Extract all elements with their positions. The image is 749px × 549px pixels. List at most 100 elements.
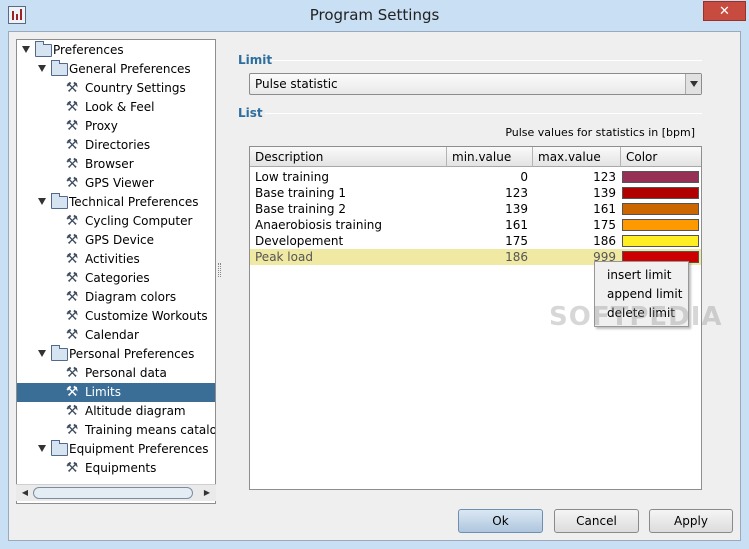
close-button[interactable]: ✕ bbox=[703, 1, 746, 21]
menu-item-insert-limit[interactable]: insert limit bbox=[607, 266, 671, 285]
split-pane-divider[interactable] bbox=[217, 39, 223, 504]
column-header-max-value[interactable]: max.value bbox=[533, 147, 621, 167]
folder-icon bbox=[35, 41, 52, 57]
tree-item-training-means-catalog[interactable]: ⚒ Training means catalog bbox=[17, 421, 215, 440]
scroll-thumb[interactable] bbox=[33, 487, 193, 499]
tree-item-limits[interactable]: ⚒ Limits bbox=[17, 383, 215, 402]
table-row[interactable]: Developement 175 186 bbox=[250, 233, 701, 249]
tools-icon: ⚒ bbox=[65, 365, 79, 381]
color-swatch[interactable] bbox=[622, 171, 699, 183]
tree-item-label: Equipments bbox=[85, 461, 157, 475]
tree-item-cycling-computer[interactable]: ⚒ Cycling Computer bbox=[17, 212, 215, 231]
tree-item-preferences[interactable]: Preferences bbox=[17, 41, 215, 60]
tools-icon: ⚒ bbox=[65, 156, 79, 172]
tree-item-technical-preferences[interactable]: Technical Preferences bbox=[17, 193, 215, 212]
cell-min-value: 0 bbox=[520, 170, 528, 184]
folder-icon bbox=[51, 60, 68, 76]
tree-item-label: Diagram colors bbox=[85, 290, 177, 304]
tools-icon: ⚒ bbox=[65, 232, 79, 248]
folder-icon bbox=[51, 345, 68, 361]
column-header-color[interactable]: Color bbox=[621, 147, 701, 167]
tree-item-directories[interactable]: ⚒ Directories bbox=[17, 136, 215, 155]
color-swatch[interactable] bbox=[622, 187, 699, 199]
tree-item-general-preferences[interactable]: General Preferences bbox=[17, 60, 215, 79]
tools-icon: ⚒ bbox=[65, 384, 79, 400]
dialog-client: Preferences General Preferences ⚒ Country S… bbox=[8, 31, 741, 541]
expand-toggle-icon[interactable] bbox=[38, 350, 46, 357]
cell-min-value: 175 bbox=[505, 234, 528, 248]
tree-item-label: Equipment Preferences bbox=[69, 442, 209, 456]
tree-item-categories[interactable]: ⚒ Categories bbox=[17, 269, 215, 288]
tree-item-label: Personal data bbox=[85, 366, 167, 380]
tools-icon: ⚒ bbox=[65, 403, 79, 419]
tree-item-label: Training means catalog bbox=[85, 423, 216, 437]
apply-button[interactable]: Apply bbox=[649, 509, 733, 533]
folder-icon bbox=[51, 193, 68, 209]
tools-icon: ⚒ bbox=[65, 99, 79, 115]
table-row[interactable]: Base training 1 123 139 bbox=[250, 185, 701, 201]
tree-item-label: Directories bbox=[85, 138, 151, 152]
tree-horizontal-scrollbar[interactable]: ◀ ▶ bbox=[16, 484, 216, 501]
table-row[interactable]: Base training 2 139 161 bbox=[250, 201, 701, 217]
tree-item-equipment-preferences[interactable]: Equipment Preferences bbox=[17, 440, 215, 459]
preferences-tree[interactable]: Preferences General Preferences ⚒ Country S… bbox=[16, 39, 216, 504]
tree-item-gps-device[interactable]: ⚒ GPS Device bbox=[17, 231, 215, 250]
tree-item-country-settings[interactable]: ⚒ Country Settings bbox=[17, 79, 215, 98]
unit-note: Pulse values for statistics in [bpm] bbox=[505, 126, 695, 139]
table-row[interactable]: Low training 0 123 bbox=[250, 169, 701, 185]
tree-item-look-feel[interactable]: ⚒ Look & Feel bbox=[17, 98, 215, 117]
tools-icon: ⚒ bbox=[65, 289, 79, 305]
tree-item-personal-data[interactable]: ⚒ Personal data bbox=[17, 364, 215, 383]
tree-item-label: Browser bbox=[85, 157, 134, 171]
tree-item-label: Country Settings bbox=[85, 81, 186, 95]
tree-item-calendar[interactable]: ⚒ Calendar bbox=[17, 326, 215, 345]
watermark: SOFTPEDIA bbox=[549, 302, 723, 332]
cancel-button[interactable]: Cancel bbox=[554, 509, 639, 533]
tree-item-browser[interactable]: ⚒ Browser bbox=[17, 155, 215, 174]
tree-item-label: GPS Viewer bbox=[85, 176, 154, 190]
tree-item-personal-preferences[interactable]: Personal Preferences bbox=[17, 345, 215, 364]
splitter-grip[interactable] bbox=[218, 263, 221, 277]
cell-description: Developement bbox=[255, 234, 344, 248]
tree-item-label: Limits bbox=[85, 385, 121, 399]
cell-max-value: 161 bbox=[593, 202, 616, 216]
tree-item-gps-viewer[interactable]: ⚒ GPS Viewer bbox=[17, 174, 215, 193]
tree-item-label: Altitude diagram bbox=[85, 404, 186, 418]
tree-item-equipments[interactable]: ⚒ Equipments bbox=[17, 459, 215, 478]
tree-item-label: Cycling Computer bbox=[85, 214, 193, 228]
cell-min-value: 123 bbox=[505, 186, 528, 200]
cell-max-value: 186 bbox=[593, 234, 616, 248]
tools-icon: ⚒ bbox=[65, 175, 79, 191]
tree-item-label: Activities bbox=[85, 252, 140, 266]
scroll-right-icon[interactable]: ▶ bbox=[200, 485, 214, 501]
chevron-down-icon[interactable] bbox=[685, 74, 701, 94]
expand-toggle-icon[interactable] bbox=[38, 65, 46, 72]
tools-icon: ⚒ bbox=[65, 137, 79, 153]
scroll-left-icon[interactable]: ◀ bbox=[18, 485, 32, 501]
expand-toggle-icon[interactable] bbox=[22, 46, 30, 53]
cell-max-value: 139 bbox=[593, 186, 616, 200]
color-swatch[interactable] bbox=[622, 235, 699, 247]
column-header-min-value[interactable]: min.value bbox=[447, 147, 533, 167]
table-row[interactable]: Anaerobiosis training 161 175 bbox=[250, 217, 701, 233]
color-swatch[interactable] bbox=[622, 219, 699, 231]
tree-item-activities[interactable]: ⚒ Activities bbox=[17, 250, 215, 269]
color-swatch[interactable] bbox=[622, 203, 699, 215]
dropdown-selected-value: Pulse statistic bbox=[255, 77, 338, 91]
cell-description: Base training 2 bbox=[255, 202, 346, 216]
tools-icon: ⚒ bbox=[65, 327, 79, 343]
cell-min-value: 161 bbox=[505, 218, 528, 232]
tree-item-proxy[interactable]: ⚒ Proxy bbox=[17, 117, 215, 136]
ok-button[interactable]: Ok bbox=[458, 509, 543, 533]
tree-item-customize-workouts[interactable]: ⚒ Customize Workouts bbox=[17, 307, 215, 326]
tree-item-label: Calendar bbox=[85, 328, 139, 342]
column-header-description[interactable]: Description bbox=[250, 147, 447, 167]
expand-toggle-icon[interactable] bbox=[38, 445, 46, 452]
cell-max-value: 123 bbox=[593, 170, 616, 184]
expand-toggle-icon[interactable] bbox=[38, 198, 46, 205]
tree-item-diagram-colors[interactable]: ⚒ Diagram colors bbox=[17, 288, 215, 307]
tools-icon: ⚒ bbox=[65, 213, 79, 229]
title-bar: Program Settings ✕ bbox=[0, 0, 749, 31]
limit-type-dropdown[interactable]: Pulse statistic bbox=[249, 73, 702, 95]
tree-item-altitude-diagram[interactable]: ⚒ Altitude diagram bbox=[17, 402, 215, 421]
